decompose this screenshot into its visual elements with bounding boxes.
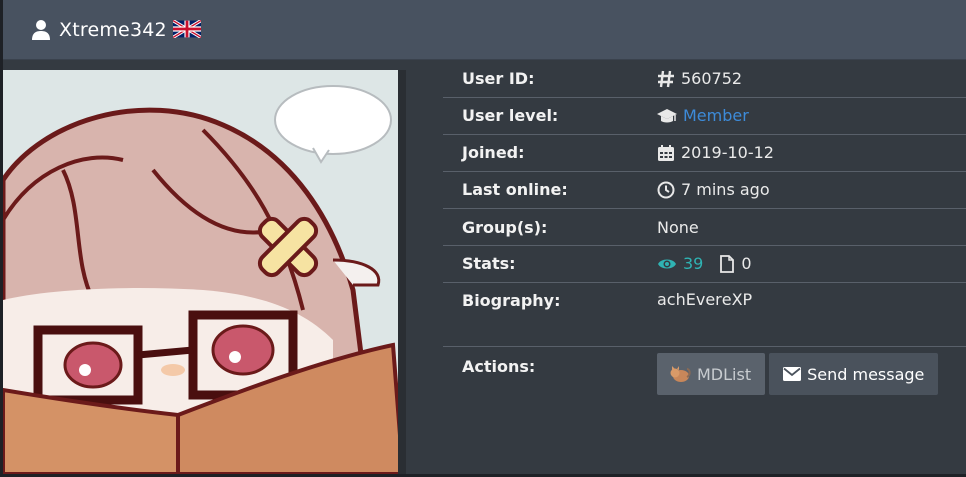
last-online-row: Last online: 7 mins ago xyxy=(443,172,966,209)
groups-value: None xyxy=(657,218,699,237)
user-icon xyxy=(32,19,50,40)
mdlist-label: MDList xyxy=(697,364,752,384)
uploads-count: 0 xyxy=(741,254,752,273)
graduation-cap-icon xyxy=(657,108,677,122)
last-online-label: Last online: xyxy=(462,180,568,199)
user-id-row: User ID: 560752 xyxy=(443,60,966,98)
groups-row: Group(s): None xyxy=(443,209,966,246)
uk-flag-icon xyxy=(172,19,201,38)
stats-label: Stats: xyxy=(462,254,516,273)
file-icon xyxy=(720,254,735,273)
clock-icon xyxy=(657,181,675,198)
groups-label: Group(s): xyxy=(462,218,548,237)
joined-value: 2019-10-12 xyxy=(681,143,774,162)
mdlist-cat-icon xyxy=(670,366,691,382)
biography-label: Biography: xyxy=(462,291,561,310)
send-message-button[interactable]: Send message xyxy=(769,353,939,395)
actions-label: Actions: xyxy=(462,357,536,376)
biography-text: achEver eXP xyxy=(657,287,966,313)
biography-line: achEver xyxy=(657,290,722,309)
user-level-label: User level: xyxy=(462,106,559,125)
biography-line: eXP xyxy=(721,290,753,309)
hash-icon xyxy=(658,70,674,87)
user-id-label: User ID: xyxy=(462,69,535,88)
last-online-value: 7 mins ago xyxy=(681,180,770,199)
send-message-label: Send message xyxy=(807,364,925,384)
biography-row: Biography: achEver eXP xyxy=(443,283,966,347)
username: Xtreme342 xyxy=(59,18,167,41)
views-count: 39 xyxy=(683,254,704,273)
user-level-link[interactable]: Member xyxy=(683,106,749,125)
joined-label: Joined: xyxy=(462,143,525,162)
envelope-icon xyxy=(783,367,802,381)
profile-header: Xtreme342 xyxy=(3,0,966,60)
profile-panel: User ID: 560752 User level: Member Joine… xyxy=(3,60,966,474)
avatar xyxy=(3,70,406,474)
user-level-row: User level: Member xyxy=(443,98,966,135)
actions-row: Actions: MDList Send message xyxy=(443,347,966,407)
mdlist-button[interactable]: MDList xyxy=(657,353,766,395)
user-id-value: 560752 xyxy=(681,69,743,88)
eye-icon xyxy=(658,259,676,268)
calendar-icon xyxy=(658,144,674,161)
user-info-table: User ID: 560752 User level: Member Joine… xyxy=(443,60,966,407)
stats-row: Stats: 39 0 xyxy=(443,246,966,283)
joined-row: Joined: 2019-10-12 xyxy=(443,135,966,172)
